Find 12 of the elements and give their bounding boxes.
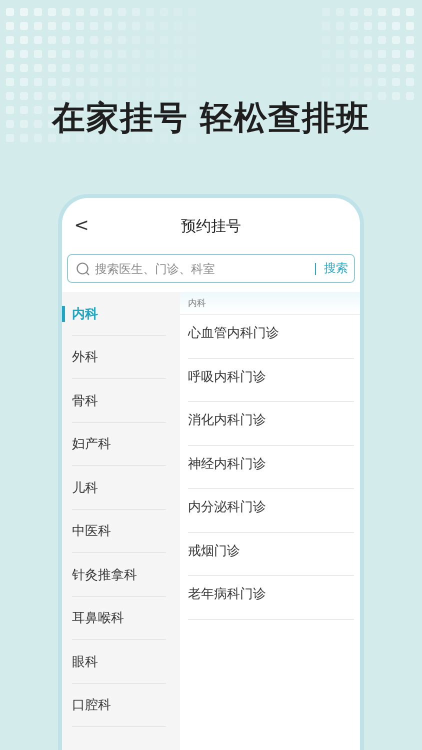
page-title: 预约挂号 <box>181 216 241 236</box>
clinic-item[interactable]: 老年病科门诊 <box>188 576 354 620</box>
clinic-item[interactable]: 消化内科门诊 <box>188 402 354 446</box>
search-icon <box>76 262 90 276</box>
clinic-item[interactable]: 戒烟门诊 <box>188 532 354 576</box>
back-button[interactable]: < <box>70 215 94 236</box>
section-heading: 内科 <box>180 292 360 315</box>
clinic-item[interactable]: 心血管内科门诊 <box>188 315 354 358</box>
clinic-item[interactable]: 神经内科门诊 <box>188 446 354 489</box>
clinic-item[interactable]: 内分泌科门诊 <box>188 489 354 532</box>
headline: 在家挂号 轻松查排班 <box>52 97 370 139</box>
clinic-item[interactable]: 呼吸内科门诊 <box>188 358 354 402</box>
